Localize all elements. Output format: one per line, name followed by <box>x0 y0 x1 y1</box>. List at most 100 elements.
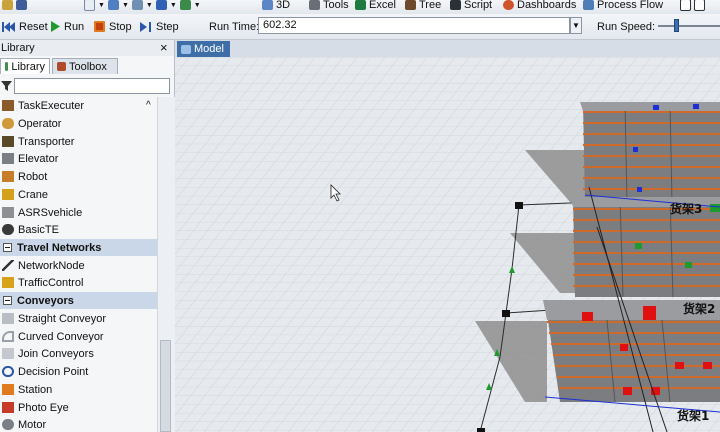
library-item-robot[interactable]: Robot <box>0 168 157 185</box>
connect-icon[interactable] <box>107 0 119 10</box>
category-conveyors[interactable]: Conveyors <box>0 292 157 309</box>
rack-3[interactable] <box>580 101 720 203</box>
folder-icon[interactable] <box>2 0 13 10</box>
object-icon[interactable] <box>179 0 191 10</box>
dashboards-icon <box>503 0 514 10</box>
collapse-icon-2[interactable] <box>3 296 12 305</box>
library-item-curved-conveyor[interactable]: Curved Conveyor <box>0 328 157 345</box>
run-speed-slider-track[interactable] <box>658 25 720 27</box>
library-item-operator[interactable]: Operator <box>0 115 157 132</box>
basicte-icon <box>2 224 14 235</box>
run-speed-slider-thumb[interactable] <box>674 19 679 32</box>
mode-buttons: ▼ ▼ ▼ ▼ ▼ <box>84 0 201 12</box>
library-scrollbar-thumb[interactable] <box>160 340 171 432</box>
run-time-dropdown-button[interactable]: ▼ <box>570 17 582 34</box>
library-item-asrsvehicle[interactable]: ASRSvehicle <box>0 204 157 221</box>
transporter-icon <box>2 136 14 147</box>
window-icon[interactable] <box>680 0 691 11</box>
save-icon[interactable] <box>16 0 27 10</box>
pointer-icon[interactable] <box>84 0 95 11</box>
photo-eye-icon <box>2 402 14 413</box>
network-node-2[interactable] <box>502 310 510 317</box>
script-icon <box>450 0 461 10</box>
library-item-basicte[interactable]: BasicTE <box>0 221 157 238</box>
run-time-label: Run Time: <box>209 20 260 33</box>
close-icon[interactable]: × <box>160 40 168 55</box>
tools-icon <box>309 0 320 10</box>
grid-icon <box>181 44 191 54</box>
library-item-join-conveyors[interactable]: Join Conveyors <box>0 345 157 362</box>
tab-model[interactable]: Model <box>177 41 230 57</box>
trafficcontrol-icon <box>2 277 14 288</box>
library-item-photo-eye[interactable]: Photo Eye <box>0 399 157 416</box>
collapse-up-icon[interactable]: ^ <box>146 100 151 111</box>
library-item-station[interactable]: Station <box>0 381 157 398</box>
library-filter <box>0 76 174 96</box>
btn-tools[interactable]: Tools <box>309 0 349 12</box>
btn-excel[interactable]: Excel <box>355 0 396 12</box>
tab-library[interactable]: Library <box>0 58 50 74</box>
taskexecuter-icon <box>2 100 14 111</box>
elevator-icon <box>2 153 14 164</box>
join-conveyors-icon <box>2 348 14 359</box>
straight-conveyor-icon <box>2 313 14 324</box>
library-item-transporter[interactable]: Transporter <box>0 133 157 150</box>
play-icon <box>51 21 60 32</box>
motor-icon <box>2 419 14 430</box>
step-button[interactable]: Step <box>140 19 179 34</box>
view-icon[interactable] <box>155 0 167 10</box>
btn-process-flow[interactable]: Process Flow <box>583 0 663 12</box>
extra-buttons <box>680 0 705 12</box>
window-icon-2[interactable] <box>694 0 705 11</box>
library-tab-icon <box>5 62 9 71</box>
stop-icon <box>94 21 105 32</box>
library-item-straight-conveyor[interactable]: Straight Conveyor <box>0 310 157 327</box>
run-speed-label: Run Speed: <box>597 20 656 33</box>
library-panel: Library × Library Toolbox TaskExecuter ^… <box>0 40 175 432</box>
btn-3d[interactable]: 3D <box>262 0 290 12</box>
btn-dashboards[interactable]: Dashboards <box>503 0 576 12</box>
model-tab-bar: Model <box>175 40 720 57</box>
filter-icon[interactable] <box>1 81 12 91</box>
library-header: Library × <box>0 40 174 56</box>
crane-icon <box>2 189 14 200</box>
process-flow-icon <box>583 0 594 10</box>
library-item-crane[interactable]: Crane <box>0 186 157 203</box>
library-item-elevator[interactable]: Elevator <box>0 150 157 167</box>
library-item-trafficcontrol[interactable]: TrafficControl <box>0 274 157 291</box>
main-toolbar: ▼ ▼ ▼ ▼ ▼ 3D Tools Excel Tree Script Das… <box>0 0 720 15</box>
reset-icon <box>2 21 15 32</box>
filter-input[interactable] <box>14 78 170 94</box>
stop-button[interactable]: Stop <box>94 19 132 34</box>
network-node-3[interactable] <box>477 428 485 432</box>
rack-label-1: 货架1 <box>677 408 709 423</box>
excel-icon <box>355 0 366 10</box>
library-item-networknode[interactable]: NetworkNode <box>0 257 157 274</box>
network-node-1[interactable] <box>515 202 523 209</box>
btn-tree[interactable]: Tree <box>405 0 441 12</box>
tree-icon <box>405 0 416 10</box>
reset-button[interactable]: Reset <box>2 19 48 34</box>
run-button[interactable]: Run <box>50 19 84 34</box>
library-item-taskexecuter[interactable]: TaskExecuter ^ <box>0 97 157 114</box>
run-time-field[interactable]: 602.32 <box>258 17 570 34</box>
network-icon[interactable] <box>131 0 143 10</box>
library-tabs: Library Toolbox <box>0 57 174 75</box>
3d-icon <box>262 0 273 10</box>
rack-label-3: 货架3 <box>670 201 702 216</box>
station-icon <box>2 384 14 395</box>
robot-icon <box>2 171 14 182</box>
category-travel-networks[interactable]: Travel Networks <box>0 239 157 256</box>
library-item-decision-point[interactable]: Decision Point <box>0 363 157 380</box>
curved-conveyor-icon <box>2 331 14 342</box>
toolbox-tab-icon <box>57 62 66 71</box>
step-icon <box>140 21 151 32</box>
model-3d-view[interactable]: 货架3 货架2 货架1 <box>175 57 720 432</box>
btn-script[interactable]: Script <box>450 0 492 12</box>
operator-icon <box>2 118 14 129</box>
library-item-motor[interactable]: Motor <box>0 416 157 432</box>
collapse-icon[interactable] <box>3 243 12 252</box>
networknode-icon <box>2 260 14 271</box>
library-scrollbar[interactable] <box>157 97 175 432</box>
tab-toolbox[interactable]: Toolbox <box>52 58 118 74</box>
